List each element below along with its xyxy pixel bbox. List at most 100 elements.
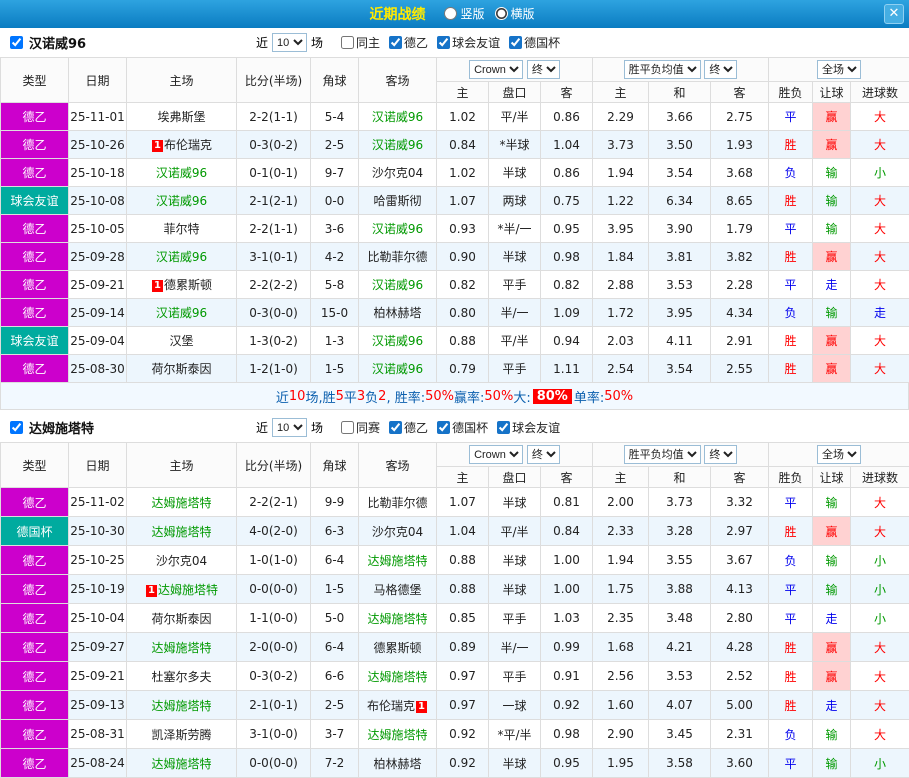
filter-checkbox-label[interactable]: 球会友谊	[437, 34, 500, 51]
col-ah-away: 客	[541, 82, 593, 103]
filter-checkbox[interactable]	[509, 36, 522, 49]
scope-header: 全场	[769, 58, 909, 82]
team-checkbox-label[interactable]: 汉诺威96	[6, 33, 256, 52]
avg-odds-select[interactable]: 胜平负均值	[624, 445, 701, 464]
filter-checkbox[interactable]	[437, 36, 450, 49]
filter-checkbox-label[interactable]: 同主	[341, 34, 380, 51]
eu-away-odds: 4.34	[711, 299, 769, 327]
result-goals: 小	[851, 604, 909, 633]
ah-home-odds: 0.82	[437, 271, 489, 299]
eu-stage-select[interactable]: 终	[704, 445, 737, 464]
league-filters: 同赛德乙德国杯球会友谊	[341, 419, 569, 436]
eu-draw-odds: 3.88	[649, 575, 711, 604]
filter-checkbox[interactable]	[341, 36, 354, 49]
ah-line: 平/半	[489, 327, 541, 355]
close-icon[interactable]: ✕	[884, 4, 904, 24]
away-team-cell: 布伦瑞克1	[359, 691, 437, 720]
eu-draw-odds: 6.34	[649, 187, 711, 215]
col-score: 比分(半场)	[237, 443, 311, 488]
team-name: 达姆施塔特	[367, 728, 427, 742]
bookmaker-select[interactable]: Crown	[469, 60, 523, 79]
recent-count-controls: 近 10 场	[256, 33, 323, 52]
filter-checkbox-label[interactable]: 德国杯	[509, 34, 560, 51]
eu-stage-select[interactable]: 终	[704, 60, 737, 79]
ah-away-odds: 0.99	[541, 633, 593, 662]
layout-radio-input[interactable]	[495, 7, 508, 20]
eu-away-odds: 2.75	[711, 103, 769, 131]
result-wdl: 负	[769, 546, 813, 575]
col-goals: 进球数	[851, 467, 909, 488]
ah-stage-select[interactable]: 终	[527, 445, 560, 464]
result-wdl: 胜	[769, 691, 813, 720]
eu-draw-odds: 3.54	[649, 355, 711, 383]
avg-odds-select[interactable]: 胜平负均值	[624, 60, 701, 79]
filter-checkbox[interactable]	[389, 421, 402, 434]
match-date: 25-10-19	[69, 575, 127, 604]
corner-cell: 9-7	[311, 159, 359, 187]
team-name: 埃弗斯堡	[157, 110, 205, 124]
recent-count-select[interactable]: 10	[272, 33, 307, 52]
ah-line: 两球	[489, 187, 541, 215]
summary-segment: 2	[378, 389, 386, 404]
filter-label: 同主	[356, 34, 380, 51]
team-name: 汉诺威96	[156, 166, 207, 180]
ah-line: 平/半	[489, 517, 541, 546]
layout-radio-vertical[interactable]: 竖版	[444, 5, 484, 22]
layout-radio-input[interactable]	[444, 7, 457, 20]
corner-cell: 6-3	[311, 517, 359, 546]
filter-checkbox[interactable]	[497, 421, 510, 434]
recent-count-select[interactable]: 10	[272, 418, 307, 437]
col-corner: 角球	[311, 443, 359, 488]
filter-checkbox-label[interactable]: 同赛	[341, 419, 380, 436]
match-row: 德国杯25-10-30达姆施塔特4-0(2-0)6-3沙尔克041.04平/半0…	[1, 517, 909, 546]
filter-checkbox-label[interactable]: 德乙	[389, 419, 428, 436]
filter-checkbox-label[interactable]: 德国杯	[437, 419, 488, 436]
score-cell: 0-3(0-0)	[237, 299, 311, 327]
filter-checkbox[interactable]	[437, 421, 450, 434]
result-goals: 小	[851, 159, 909, 187]
home-team-cell: 埃弗斯堡	[127, 103, 237, 131]
result-goals: 大	[851, 633, 909, 662]
eu-away-odds: 3.82	[711, 243, 769, 271]
ah-line: 半球	[489, 546, 541, 575]
corner-cell: 5-4	[311, 103, 359, 131]
col-type: 类型	[1, 443, 69, 488]
bookmaker-select[interactable]: Crown	[469, 445, 523, 464]
eu-away-odds: 2.97	[711, 517, 769, 546]
scope-header: 全场	[769, 443, 909, 467]
corner-cell: 0-0	[311, 187, 359, 215]
red-card-badge: 1	[152, 280, 163, 292]
result-wdl: 负	[769, 159, 813, 187]
league-type-badge: 德乙	[1, 131, 69, 159]
result-wdl: 平	[769, 271, 813, 299]
team-checkbox[interactable]	[10, 421, 23, 434]
games-label: 场	[311, 419, 323, 436]
team-checkbox-label[interactable]: 达姆施塔特	[6, 418, 256, 437]
team-name: 沙尔克04	[156, 554, 207, 568]
filter-checkbox[interactable]	[341, 421, 354, 434]
summary-segment: 单率:	[574, 387, 604, 406]
team-checkbox[interactable]	[10, 36, 23, 49]
scope-select[interactable]: 全场	[817, 445, 861, 464]
eu-draw-odds: 3.73	[649, 488, 711, 517]
team-name: 荷尔斯泰因	[151, 362, 211, 376]
team-name: 哈雷斯彻	[373, 194, 421, 208]
eu-draw-odds: 3.81	[649, 243, 711, 271]
eu-away-odds: 2.91	[711, 327, 769, 355]
filter-checkbox[interactable]	[389, 36, 402, 49]
result-wdl: 胜	[769, 187, 813, 215]
ah-line: 半球	[489, 575, 541, 604]
scope-select[interactable]: 全场	[817, 60, 861, 79]
result-handicap: 输	[813, 187, 851, 215]
league-type-badge: 德国杯	[1, 517, 69, 546]
ah-away-odds: 1.11	[541, 355, 593, 383]
summary-segment: 近	[276, 387, 289, 406]
ah-line: 半/一	[489, 633, 541, 662]
ah-stage-select[interactable]: 终	[527, 60, 560, 79]
ah-line: 平/半	[489, 103, 541, 131]
filter-checkbox-label[interactable]: 球会友谊	[497, 419, 560, 436]
filter-checkbox-label[interactable]: 德乙	[389, 34, 428, 51]
team-name: 汉诺威96	[372, 110, 423, 124]
layout-radio-horizontal[interactable]: 横版	[495, 5, 535, 22]
layout-radio-label: 竖版	[460, 5, 484, 22]
